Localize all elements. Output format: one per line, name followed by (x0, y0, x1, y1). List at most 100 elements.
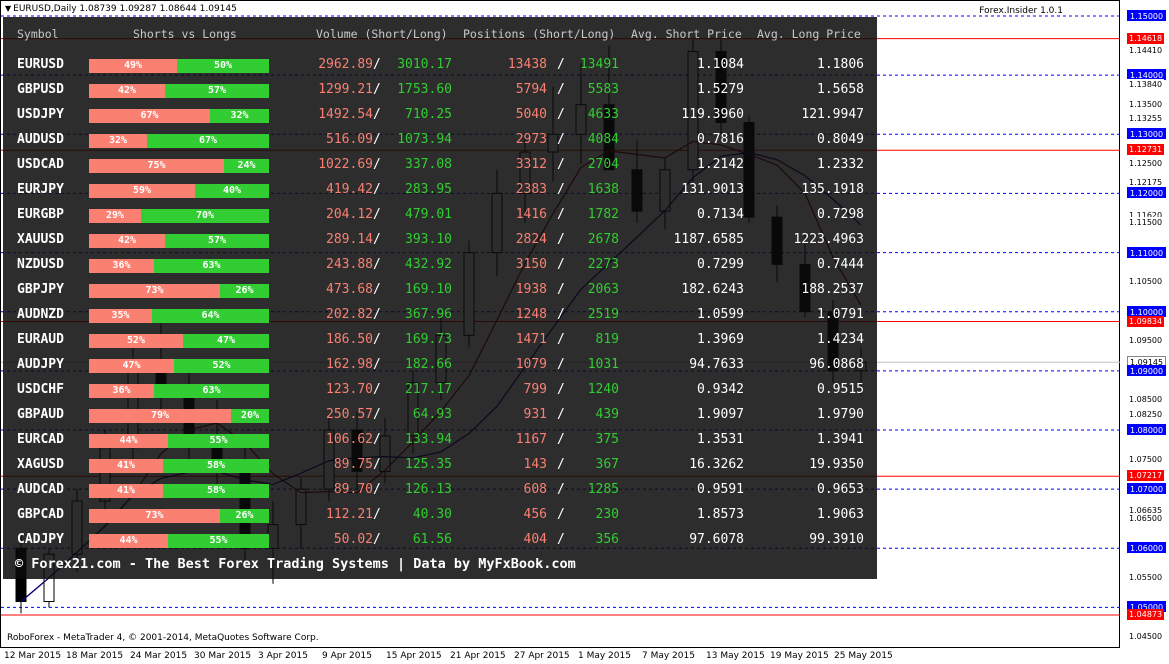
positions-separator: / (557, 357, 565, 372)
date-tick-label: 24 Mar 2015 (130, 651, 188, 661)
table-row: AUDCAD 41% 58% 89.70/126.13 608/1285 0.9591 0.… (3, 477, 877, 502)
date-tick-label: 27 Apr 2015 (514, 651, 570, 661)
positions-separator: / (557, 207, 565, 222)
positions-short: 2973 (515, 132, 547, 147)
avg-long-price: 0.9515 (817, 382, 864, 397)
symbol-label: USDJPY (17, 107, 64, 122)
avg-short-price: 1.1084 (697, 57, 744, 72)
short-pct-segment: 32% (89, 134, 147, 148)
date-tick-label: 3 Apr 2015 (258, 651, 308, 661)
avg-long-price: 188.2537 (801, 282, 864, 297)
avg-short-price: 1.5279 (697, 82, 744, 97)
date-tick-label: 9 Apr 2015 (322, 651, 372, 661)
short-pct-segment: 44% (89, 534, 168, 548)
positions-short: 1248 (515, 307, 547, 322)
symbol-label: AUDUSD (17, 132, 64, 147)
positions-long: 1240 (587, 382, 619, 397)
volume-long: 393.10 (405, 232, 452, 247)
volume-short: 243.88 (326, 257, 373, 272)
time-axis[interactable]: 12 Mar 2015 18 Mar 2015 24 Mar 2015 30 Mar … (0, 648, 1169, 664)
positions-long: 2678 (587, 232, 619, 247)
volume-separator: / (373, 257, 381, 272)
positions-separator: / (557, 232, 565, 247)
positions-long: 1638 (587, 182, 619, 197)
long-pct-segment: 50% (177, 59, 269, 73)
volume-short: 1492.54 (318, 107, 373, 122)
price-tick-label: 1.08250 (1127, 409, 1165, 420)
price-tick-label: 1.08500 (1127, 394, 1165, 405)
short-pct-segment: 73% (89, 284, 220, 298)
short-pct-segment: 36% (89, 384, 154, 398)
price-tick-label: 1.08000 (1127, 424, 1167, 435)
symbol-label: EURAUD (17, 332, 64, 347)
ratio-bar: 59% 40% (89, 184, 269, 198)
avg-short-price: 1.3969 (697, 332, 744, 347)
avg-long-price: 1223.4963 (793, 232, 864, 247)
price-tick-label: 1.07217 (1127, 470, 1165, 481)
positions-short: 608 (523, 482, 547, 497)
price-tick-label: 1.12731 (1127, 144, 1165, 155)
short-pct-segment: 35% (89, 309, 152, 323)
table-row: EURAUD 52% 47% 186.50/169.73 1471/819 1.3969 1… (3, 327, 877, 352)
volume-separator: / (373, 307, 381, 322)
positions-short: 404 (523, 532, 547, 547)
avg-short-price: 182.6243 (681, 282, 744, 297)
positions-long: 2063 (587, 282, 619, 297)
date-tick-label: 30 Mar 2015 (194, 651, 252, 661)
ratio-bar: 35% 64% (89, 309, 269, 323)
short-pct-segment: 67% (89, 109, 210, 123)
volume-separator: / (373, 357, 381, 372)
positions-long: 13491 (579, 57, 619, 72)
date-tick-label: 12 Mar 2015 (4, 651, 62, 661)
symbol-label: EURJPY (17, 182, 64, 197)
short-pct-segment: 36% (89, 259, 154, 273)
volume-short: 1299.21 (318, 82, 373, 97)
symbol-label: GBPUSD (17, 82, 64, 97)
volume-long: 125.35 (405, 457, 452, 472)
long-pct-segment: 40% (195, 184, 269, 198)
symbol-label: AUDNZD (17, 307, 64, 322)
chart-title-text: EURUSD,Daily 1.08739 1.09287 1.08644 1.0… (13, 4, 237, 14)
price-tick-label: 1.12500 (1127, 158, 1165, 169)
positions-short: 5040 (515, 107, 547, 122)
ratio-bar: 36% 63% (89, 384, 269, 398)
positions-short: 2824 (515, 232, 547, 247)
panel-footer: © Forex21.com - The Best Forex Trading S… (15, 556, 576, 572)
avg-long-price: 1.9063 (817, 507, 864, 522)
ratio-bar: 36% 63% (89, 259, 269, 273)
volume-short: 204.12 (326, 207, 373, 222)
avg-short-price: 1.2142 (697, 157, 744, 172)
date-tick-label: 21 Apr 2015 (450, 651, 506, 661)
avg-short-price: 1.9097 (697, 407, 744, 422)
long-pct-segment: 52% (174, 359, 269, 373)
price-tick-label: 1.09500 (1127, 335, 1165, 346)
positions-long: 1782 (587, 207, 619, 222)
volume-short: 106.62 (326, 432, 373, 447)
table-row: EURJPY 59% 40% 419.42/283.95 2383/1638 131.90… (3, 177, 877, 202)
short-pct-segment: 41% (89, 484, 163, 498)
volume-short: 186.50 (326, 332, 373, 347)
avg-long-price: 1.2332 (817, 157, 864, 172)
positions-short: 3150 (515, 257, 547, 272)
table-row: EURGBP 29% 70% 204.12/479.01 1416/1782 0.7134… (3, 202, 877, 227)
volume-long: 133.94 (405, 432, 452, 447)
positions-short: 931 (523, 407, 547, 422)
ratio-bar: 44% 55% (89, 434, 269, 448)
volume-separator: / (373, 207, 381, 222)
price-tick-label: 1.12000 (1127, 187, 1167, 198)
volume-short: 473.68 (326, 282, 373, 297)
volume-separator: / (373, 282, 381, 297)
table-row: XAGUSD 41% 58% 89.75/125.35 143/367 16.3262 19… (3, 452, 877, 477)
avg-long-price: 121.9947 (801, 107, 864, 122)
symbol-label: USDCAD (17, 157, 64, 172)
volume-long: 169.10 (405, 282, 452, 297)
collapse-triangle-icon[interactable]: ▼ (5, 4, 11, 13)
price-axis[interactable]: 1.15000 1.14618 1.14410 1.14000 1.13840 1.135… (1120, 0, 1169, 648)
avg-short-price: 0.9342 (697, 382, 744, 397)
long-pct-segment: 58% (163, 484, 269, 498)
positions-long: 356 (595, 532, 619, 547)
positions-long: 375 (595, 432, 619, 447)
positions-long: 439 (595, 407, 619, 422)
ratio-bar: 42% 57% (89, 84, 269, 98)
volume-long: 61.56 (412, 532, 452, 547)
